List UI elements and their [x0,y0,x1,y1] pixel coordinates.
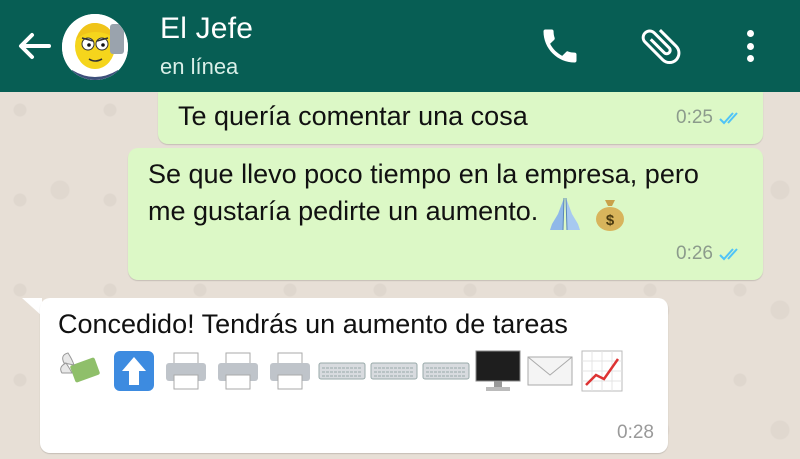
message-time: 0:26 [676,243,713,264]
folded-hands-icon [549,197,580,230]
back-arrow-icon[interactable] [14,28,54,64]
message-time: 0:28 [617,422,654,443]
keyboard-icon [370,362,418,380]
chart-increasing-icon [581,350,623,392]
app-bar: El Jefe en línea [0,0,800,92]
printer-icon [218,352,258,390]
envelope-icon [527,356,573,386]
message-bubble-outgoing[interactable]: Te quería comentar una cosa 0:25 [158,92,763,144]
message-bubble-outgoing[interactable]: Se que llevo poco tiempo en la empresa, … [128,148,763,280]
more-vert-icon[interactable] [738,26,762,66]
message-text: Concedido! Tendrás un aumento de tareas [58,309,568,339]
message-time: 0:25 [676,107,713,128]
message-meta: 0:28 [617,414,654,451]
contact-name[interactable]: El Jefe [160,12,253,46]
desktop-computer-icon [475,350,521,391]
emoji-row [58,349,650,393]
svg-text:$: $ [606,212,615,229]
up-arrow-button-icon [114,351,154,391]
printer-icon [166,352,206,390]
paperclip-icon[interactable] [636,22,686,70]
contact-status: en línea [160,54,239,79]
message-text: Te quería comentar una cosa [178,101,528,131]
keyboard-icon [422,362,470,380]
message-bubble-incoming[interactable]: Concedido! Tendrás un aumento de tareas [40,298,668,453]
read-ticks-icon [719,247,738,260]
printer-icon [270,352,310,390]
message-meta: 0:26 [676,235,747,272]
bubble-tail [22,298,42,316]
avatar[interactable] [62,14,128,80]
keyboard-icon [318,362,366,380]
money-bag-icon: $ [596,199,625,231]
message-meta: 0:25 [676,99,747,136]
money-with-wings-icon [60,352,100,383]
read-ticks-icon [719,111,738,124]
phone-icon[interactable] [538,24,582,68]
